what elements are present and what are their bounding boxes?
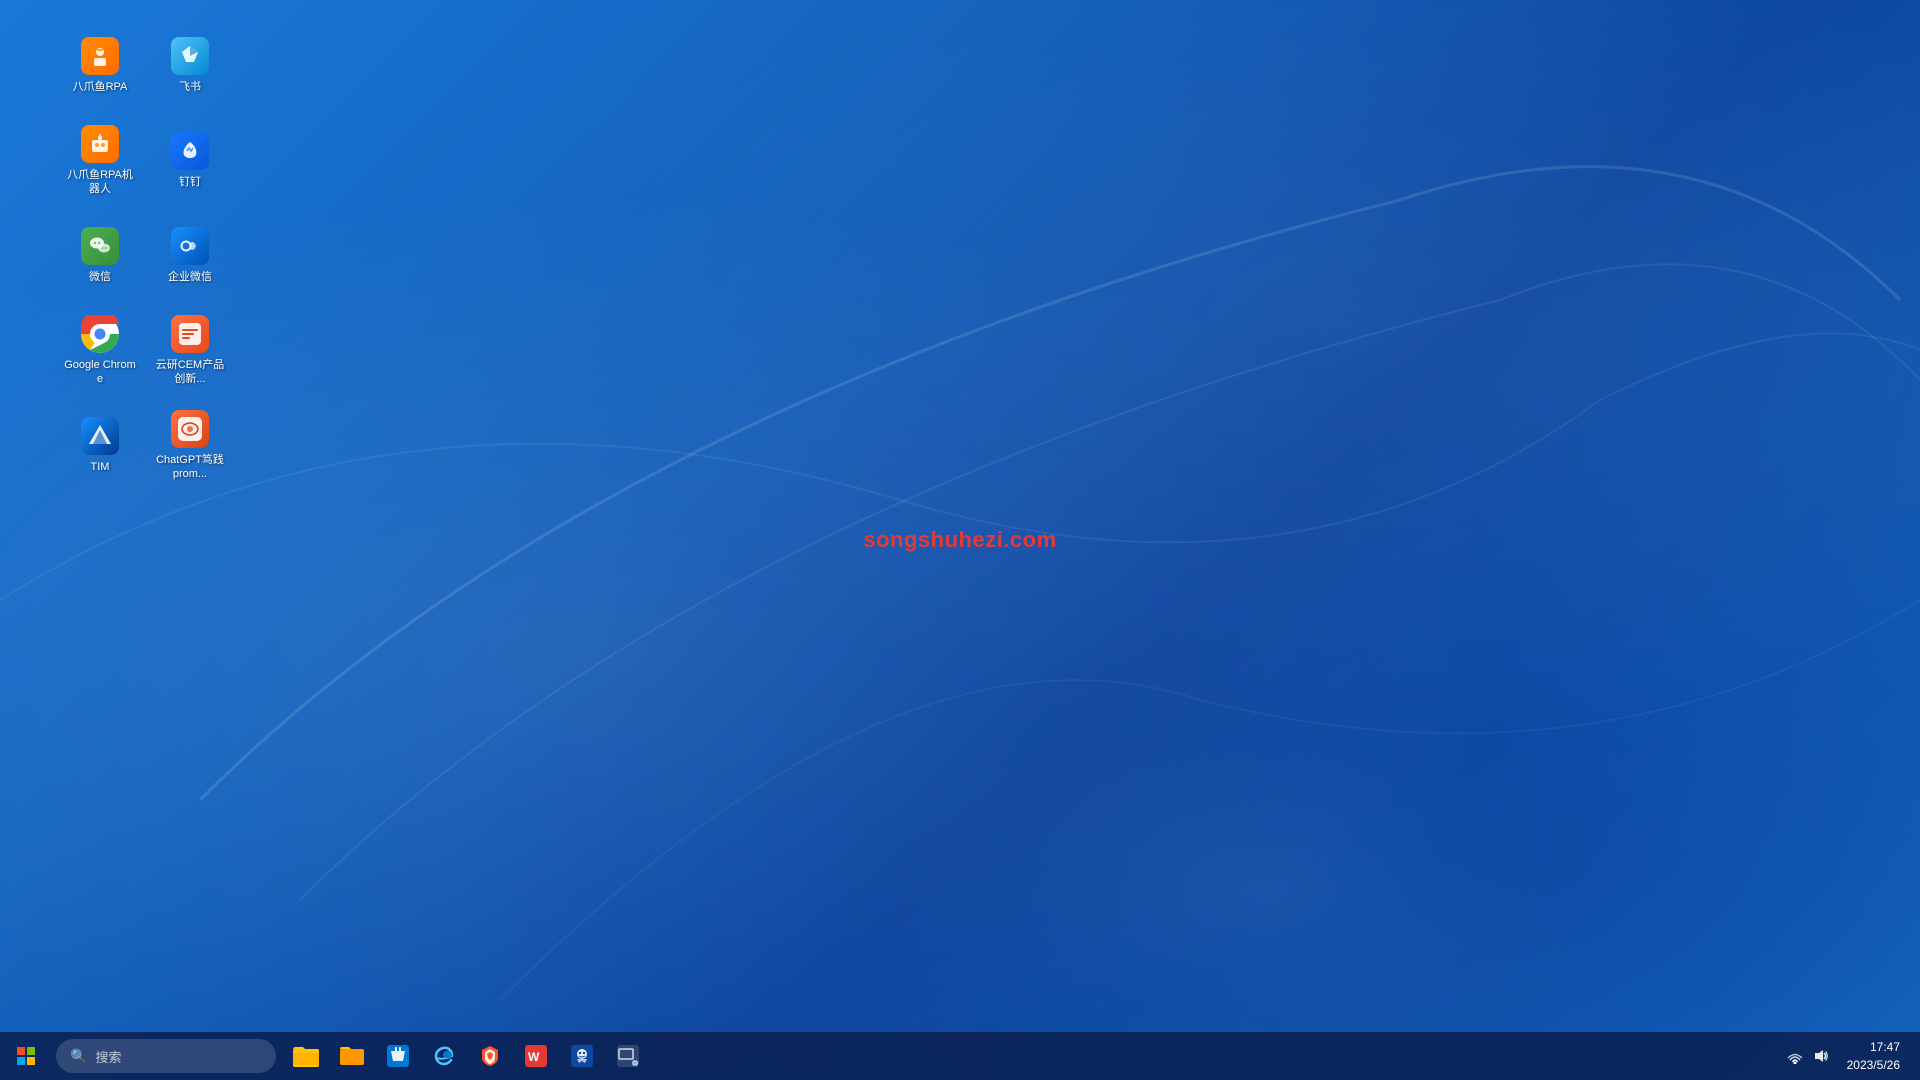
tim-label: TIM (91, 460, 110, 474)
system-tray: 17:47 2023/5/26 (1785, 1038, 1920, 1074)
taskbar-qq[interactable] (560, 1034, 604, 1078)
windows-icon (17, 1047, 35, 1065)
search-bar[interactable]: 🔍 搜索 (56, 1039, 276, 1073)
yunyantai-label: 云研CEM产品创新... (154, 358, 226, 387)
svg-text:W: W (528, 1050, 540, 1064)
desktop-icon-tim[interactable]: TIM (60, 400, 140, 490)
desktop-icon-rpa[interactable]: 八爪鱼RPA (60, 20, 140, 110)
desktop-icon-chatgpt[interactable]: ChatGPT笃践prom... (150, 400, 230, 490)
chatgpt-icon-img (170, 409, 210, 449)
wework-label: 企业微信 (168, 270, 212, 284)
search-icon: 🔍 (70, 1048, 87, 1065)
desktop-icon-wechat[interactable]: 微信 (60, 210, 140, 300)
taskbar-file-explorer[interactable] (284, 1034, 328, 1078)
yunyantai-icon-img (170, 314, 210, 354)
folder-icon (340, 1045, 364, 1067)
desktop-icon-dingding[interactable]: 钉钉 (150, 115, 230, 205)
volume-icon (1813, 1048, 1829, 1064)
dingding-icon-img (170, 131, 210, 171)
start-button[interactable] (0, 1032, 52, 1080)
tray-date: 2023/5/26 (1847, 1056, 1900, 1074)
store-icon (387, 1045, 409, 1067)
chrome-icon-img (80, 314, 120, 354)
qq-icon (571, 1045, 593, 1067)
taskbar-apps: W (284, 1034, 650, 1078)
feishu-label: 飞书 (179, 80, 201, 94)
edge-icon (432, 1044, 456, 1068)
taskbar-folder[interactable] (330, 1034, 374, 1078)
dingding-label: 钉钉 (179, 175, 201, 189)
taskbar-wps[interactable]: W (514, 1034, 558, 1078)
tim-icon-img (80, 416, 120, 456)
screen-capture-icon (617, 1045, 639, 1067)
feishu-icon-img (170, 36, 210, 76)
desktop-icon-chrome[interactable]: Google Chrome (60, 305, 140, 395)
tray-icons (1785, 1046, 1831, 1066)
rpa-icon (80, 36, 120, 76)
chrome-label: Google Chrome (64, 358, 136, 387)
tray-volume-icon[interactable] (1811, 1046, 1831, 1066)
tray-network-icon[interactable] (1785, 1046, 1805, 1066)
rpa-label: 八爪鱼RPA (73, 80, 128, 94)
wechat-label: 微信 (89, 270, 111, 284)
chatgpt-label: ChatGPT笃践prom... (154, 453, 226, 482)
network-icon (1787, 1048, 1803, 1064)
tray-time: 17:47 (1870, 1038, 1900, 1056)
tray-datetime[interactable]: 17:47 2023/5/26 (1839, 1038, 1908, 1074)
desktop-icon-wework[interactable]: 企业微信 (150, 210, 230, 300)
search-text: 搜索 (95, 1047, 121, 1066)
desktop-icons-area: 八爪鱼RPA 飞书 八爪鱼RPA机器人 钉钉 (60, 20, 230, 490)
taskbar-brave[interactable] (468, 1034, 512, 1078)
taskbar-screen-capture[interactable] (606, 1034, 650, 1078)
wps-icon: W (525, 1045, 547, 1067)
taskbar-edge[interactable] (422, 1034, 466, 1078)
desktop-icon-yunyantai[interactable]: 云研CEM产品创新... (150, 305, 230, 395)
rpa-robot-label: 八爪鱼RPA机器人 (64, 168, 136, 197)
wechat-icon-img (80, 226, 120, 266)
wework-icon-img (170, 226, 210, 266)
desktop-icon-feishu[interactable]: 飞书 (150, 20, 230, 110)
file-explorer-icon (293, 1045, 319, 1067)
rpa-robot-icon (80, 124, 120, 164)
taskbar-store[interactable] (376, 1034, 420, 1078)
watermark: songshuhezi.com (863, 527, 1056, 553)
taskbar: 🔍 搜索 (0, 1032, 1920, 1080)
desktop-icon-rpa-robot[interactable]: 八爪鱼RPA机器人 (60, 115, 140, 205)
brave-icon (478, 1044, 502, 1068)
